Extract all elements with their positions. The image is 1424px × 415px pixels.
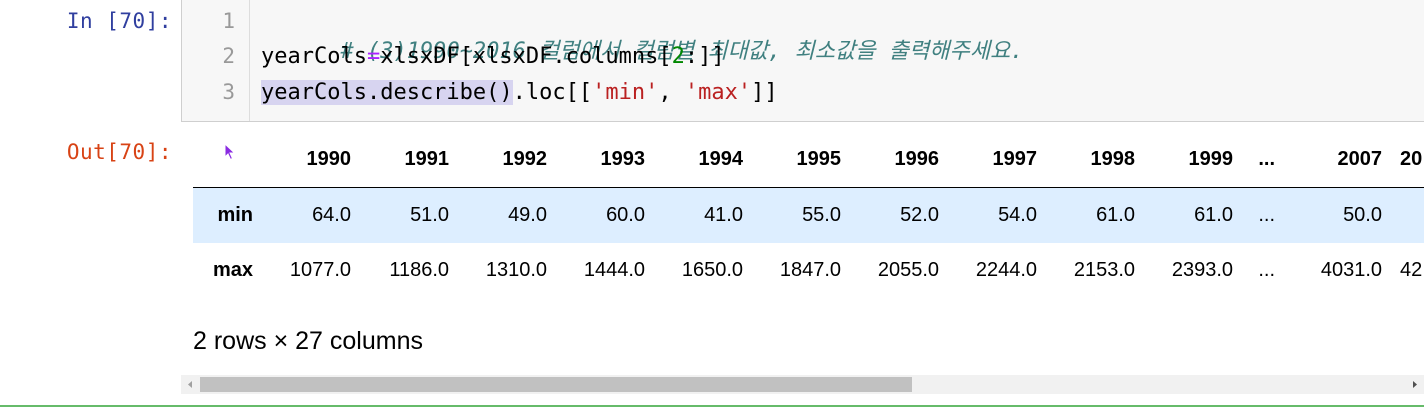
table-cell: 51.0: [410, 204, 449, 226]
table-cell: 49.0: [508, 204, 547, 226]
column-header-ellipsis: ...: [1258, 148, 1275, 170]
table-cell: 60.0: [606, 204, 645, 226]
column-header: 1995: [796, 148, 842, 170]
scroll-left-arrow-icon[interactable]: [181, 375, 200, 394]
column-header: 1994: [698, 148, 744, 170]
code-expression: xlsxDF[xlsxDF.columns[: [380, 44, 672, 69]
column-header: 1997: [992, 148, 1038, 170]
scroll-right-arrow-icon[interactable]: [1405, 375, 1424, 394]
code-expression: .loc[[: [512, 80, 593, 105]
table-cell: 42: [1400, 259, 1423, 281]
row-index: min: [217, 204, 253, 226]
table-cell: 1077.0: [289, 259, 351, 281]
code-expression: ]]: [751, 80, 778, 105]
row-index: max: [212, 259, 253, 281]
code-expression: ,: [658, 80, 685, 105]
column-header: 1999: [1188, 148, 1234, 170]
input-prompt: In [70]:: [66, 9, 172, 33]
column-header: 1993: [600, 148, 646, 170]
table-cell: 54.0: [998, 204, 1037, 226]
table-cell: 4031.0: [1320, 259, 1382, 281]
line-number: 3: [222, 80, 235, 104]
code-line-3[interactable]: yearCols.describe().loc[['min', 'max']]: [261, 80, 778, 105]
horizontal-scrollbar[interactable]: [181, 375, 1424, 394]
table-cell: 1650.0: [681, 259, 743, 281]
dataframe-shape-note: 2 rows × 27 columns: [193, 327, 423, 355]
column-header: 2007: [1337, 148, 1383, 170]
table-cell: 50.0: [1343, 204, 1382, 226]
table-cell: 1186.0: [389, 259, 449, 281]
code-operator: =: [366, 44, 381, 69]
table-cell: 1310.0: [485, 259, 547, 281]
table-cell: 61.0: [1096, 204, 1135, 226]
line-number: 2: [222, 44, 235, 68]
active-cell-border: [0, 405, 1424, 407]
table-cell: 2393.0: [1171, 259, 1233, 281]
column-header: 1996: [894, 148, 940, 170]
output-prompt: Out[70]:: [66, 140, 172, 164]
column-header: 1991: [404, 148, 450, 170]
table-row: min 64.0 51.0 49.0 60.0 41.0 55.0 52.0 5…: [193, 188, 1424, 243]
code-expression: :]]: [684, 44, 725, 69]
column-header: 1990: [306, 148, 352, 170]
table-cell: [1400, 188, 1424, 243]
line-number: 1: [222, 9, 235, 33]
column-header: 1992: [502, 148, 548, 170]
code-number: 2: [671, 44, 685, 69]
code-line-2[interactable]: yearCols=xlsxDF[xlsxDF.columns[2:]]: [261, 44, 725, 69]
notebook-viewport: In [70]: 1 2 3 # (3)1990~2016 컬럼에서 컬럼별 최…: [0, 0, 1424, 415]
table-row: max 1077.0 1186.0 1310.0 1444.0 1650.0 1…: [193, 243, 1424, 298]
table-cell: 2055.0: [877, 259, 939, 281]
table-cell: 1444.0: [583, 259, 645, 281]
table-header-row: 1990 1991 1992 1993 1994 1995 1996 1997 …: [193, 132, 1424, 188]
table-cell-ellipsis: ...: [1258, 259, 1275, 281]
column-header: 1998: [1090, 148, 1136, 170]
code-selection-highlight: yearCols.describe(): [261, 80, 513, 105]
table-cell: 55.0: [802, 204, 841, 226]
line-number-gutter: 1 2 3: [182, 0, 250, 121]
table-cell: 1847.0: [779, 259, 841, 281]
table-cell: 41.0: [704, 204, 743, 226]
table-cell: 2153.0: [1073, 259, 1135, 281]
table-cell: 64.0: [312, 204, 351, 226]
scrollbar-thumb[interactable]: [200, 377, 912, 392]
code-cell-editor[interactable]: 1 2 3 # (3)1990~2016 컬럼에서 컬럼별 최대값, 최소값을 …: [181, 0, 1424, 122]
code-variable: yearCols: [261, 44, 367, 69]
table-cell: 2244.0: [975, 259, 1037, 281]
table-cell: 61.0: [1194, 204, 1233, 226]
table-cell: 52.0: [900, 204, 939, 226]
table-cell-ellipsis: ...: [1258, 204, 1275, 226]
code-string: 'min': [592, 80, 659, 105]
code-string: 'max': [684, 80, 752, 105]
column-header: 20: [1400, 148, 1423, 170]
